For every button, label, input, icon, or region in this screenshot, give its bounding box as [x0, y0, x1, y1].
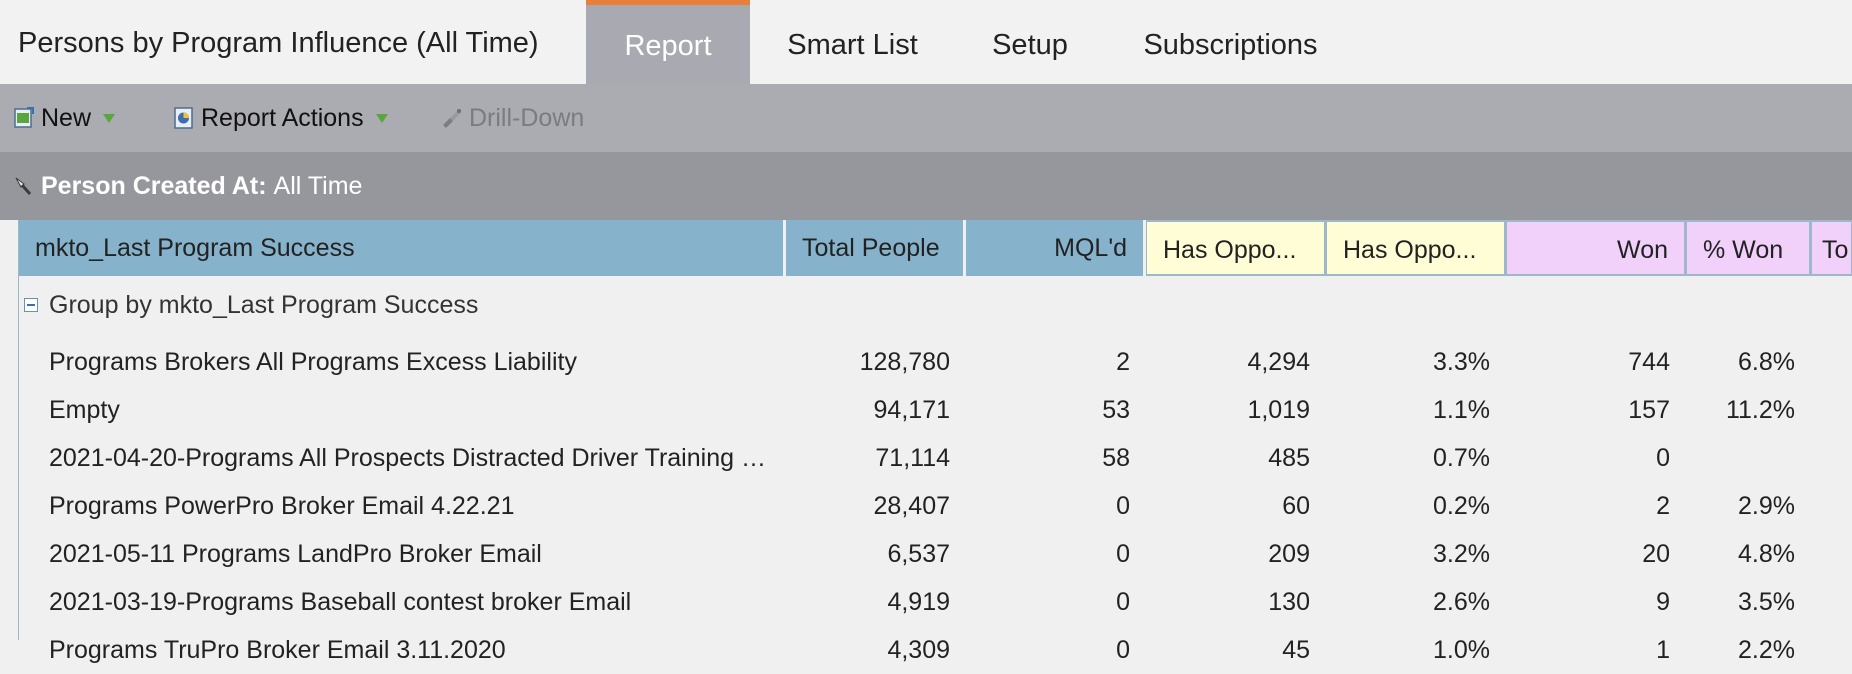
filter-bar: Person Created At: All Time [0, 152, 1852, 220]
table-row[interactable]: 2021-05-11 Programs LandPro Broker Email… [19, 530, 1852, 578]
table-row[interactable]: Empty 94,171 53 1,019 1.1% 157 11.2% [19, 386, 1852, 434]
column-header-won[interactable]: Won [1506, 220, 1686, 276]
row-total-people: 128,780 [859, 348, 950, 376]
row-pct-won: 2.9% [1738, 492, 1795, 520]
column-header-pct-won[interactable]: % Won [1686, 220, 1811, 276]
column-header-total-people[interactable]: Total People [786, 220, 966, 276]
row-pct-won: 2.2% [1738, 636, 1795, 664]
row-program-name: 2021-05-11 Programs LandPro Broker Email [49, 540, 542, 568]
report-actions-icon [174, 107, 193, 129]
group-label: Group by mkto_Last Program Success [49, 290, 479, 319]
table-row[interactable]: Programs PowerPro Broker Email 4.22.21 28… [19, 482, 1852, 530]
filter-value: All Time [273, 171, 363, 200]
row-mqld: 2 [1116, 348, 1130, 376]
row-has-opportunity: 60 [1282, 492, 1310, 520]
row-mqld: 53 [1102, 396, 1130, 424]
row-has-opportunity-pct: 2.6% [1433, 588, 1490, 616]
row-has-opportunity-pct: 1.1% [1433, 396, 1490, 424]
row-has-opportunity: 1,019 [1247, 396, 1310, 424]
row-pct-won: 11.2% [1725, 396, 1795, 424]
table-row[interactable]: 2021-04-20-Programs All Prospects Distra… [19, 434, 1852, 482]
drill-icon [443, 109, 461, 128]
column-header-truncated[interactable]: To [1811, 220, 1852, 276]
row-program-name: Empty [49, 396, 120, 424]
report-grid: mkto_Last Program Success Total People M… [18, 220, 1852, 664]
tab-report[interactable]: Report [586, 0, 750, 84]
row-pct-won [1635, 434, 1795, 482]
row-total-people: 6,537 [887, 540, 950, 568]
row-has-opportunity: 45 [1282, 636, 1310, 664]
table-row[interactable]: Programs TruPro Broker Email 3.11.2020 4,… [19, 626, 1852, 674]
table-row[interactable]: 2021-03-19-Programs Baseball contest bro… [19, 578, 1852, 626]
row-mqld: 0 [1116, 492, 1130, 520]
row-has-opportunity: 4,294 [1247, 348, 1310, 376]
new-document-icon [14, 107, 34, 128]
column-header-has-opportunity[interactable]: Has Oppo... [1146, 220, 1326, 276]
chevron-down-icon [103, 113, 116, 123]
collapse-icon[interactable] [24, 298, 38, 312]
row-program-name: Programs TruPro Broker Email 3.11.2020 [49, 636, 506, 664]
tab-smart-list[interactable]: Smart List [770, 0, 935, 84]
row-has-opportunity: 130 [1268, 588, 1310, 616]
tab-setup[interactable]: Setup [960, 0, 1100, 84]
row-mqld: 58 [1102, 444, 1130, 472]
filter-wrench-icon [15, 177, 32, 195]
row-total-people: 28,407 [873, 492, 950, 520]
filter-label: Person Created At: [41, 171, 267, 200]
column-header-last-program-success[interactable]: mkto_Last Program Success [19, 220, 786, 276]
report-actions-label: Report Actions [201, 103, 364, 132]
new-label: New [41, 103, 92, 132]
drill-down-label: Drill-Down [469, 103, 585, 132]
row-total-people: 4,919 [887, 588, 950, 616]
row-program-name: 2021-04-20-Programs All Prospects Distra… [49, 444, 779, 472]
report-actions-button[interactable]: Report Actions [172, 84, 388, 152]
row-total-people: 4,309 [887, 636, 950, 664]
row-pct-won: 6.8% [1738, 348, 1795, 376]
page-title: Persons by Program Influence (All Time) [18, 27, 539, 59]
group-row: Group by mkto_Last Program Success [19, 276, 478, 334]
row-total-people: 94,171 [873, 396, 950, 424]
row-program-name: Programs PowerPro Broker Email 4.22.21 [49, 492, 515, 520]
tab-subscriptions[interactable]: Subscriptions [1125, 0, 1336, 84]
toolbar: New Report Actions Drill-Down [0, 84, 1852, 152]
row-has-opportunity: 209 [1268, 540, 1310, 568]
new-menu-button[interactable]: New [12, 84, 116, 152]
column-header-mqld[interactable]: MQL'd [966, 220, 1146, 276]
row-total-people: 71,114 [875, 444, 950, 472]
row-mqld: 0 [1116, 636, 1130, 664]
row-mqld: 0 [1116, 540, 1130, 568]
row-mqld: 0 [1116, 588, 1130, 616]
row-pct-won: 3.5% [1738, 588, 1795, 616]
row-has-opportunity-pct: 3.2% [1433, 540, 1490, 568]
row-has-opportunity-pct: 0.7% [1433, 444, 1490, 472]
table-row[interactable]: Programs Brokers All Programs Excess Lia… [19, 338, 1852, 386]
row-program-name: Programs Brokers All Programs Excess Lia… [49, 348, 577, 376]
row-program-name: 2021-03-19-Programs Baseball contest bro… [49, 588, 632, 616]
person-created-filter[interactable]: Person Created At: All Time [12, 152, 362, 220]
column-header-has-opportunity-pct[interactable]: Has Oppo... [1326, 220, 1506, 276]
row-has-opportunity-pct: 3.3% [1433, 348, 1490, 376]
row-has-opportunity: 485 [1268, 444, 1310, 472]
drill-down-button[interactable]: Drill-Down [440, 84, 584, 152]
chevron-down-icon [375, 113, 388, 123]
tab-bar: Persons by Program Influence (All Time) … [0, 0, 1852, 84]
row-has-opportunity-pct: 1.0% [1433, 636, 1490, 664]
row-has-opportunity-pct: 0.2% [1433, 492, 1490, 520]
row-pct-won: 4.8% [1738, 540, 1795, 568]
